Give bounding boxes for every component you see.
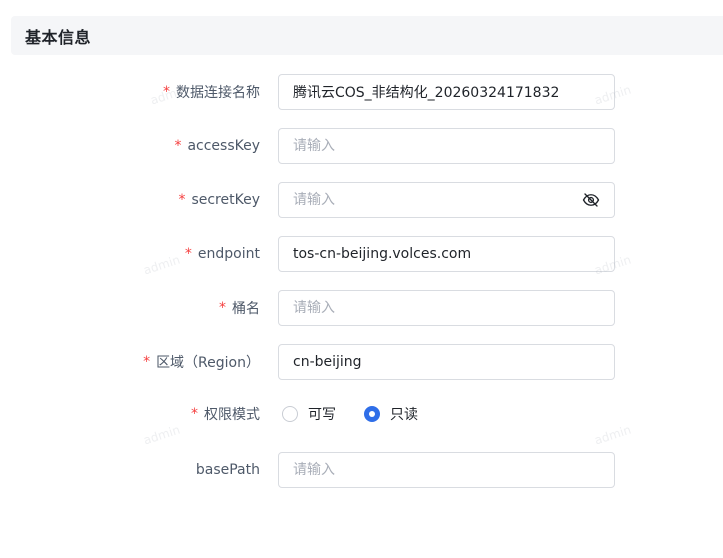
bucket-input-wrapper xyxy=(278,290,615,326)
section-title: 基本信息 xyxy=(25,27,92,47)
region-label-text: 区域（Region） xyxy=(156,355,260,371)
bucket-label: * 桶名 xyxy=(219,290,260,326)
region-input-wrapper xyxy=(278,344,615,380)
secret-key-label: * secretKey xyxy=(178,182,260,218)
form-row-region: * 区域（Region） xyxy=(0,344,723,380)
required-mark: * xyxy=(178,192,186,208)
form-row-endpoint: * endpoint xyxy=(0,236,723,272)
radio-option-readonly[interactable]: 只读 xyxy=(364,404,418,424)
connection-name-input-wrapper xyxy=(278,74,615,110)
radio-option-writable[interactable]: 可写 xyxy=(282,404,336,424)
base-path-label-text: basePath xyxy=(195,462,260,478)
endpoint-input-wrapper xyxy=(278,236,615,272)
required-mark: * xyxy=(143,354,151,370)
bucket-label-text: 桶名 xyxy=(232,301,260,317)
access-key-label-text: accessKey xyxy=(187,138,260,154)
base-path-input[interactable] xyxy=(293,453,600,487)
region-label: * 区域（Region） xyxy=(143,344,260,380)
form-row-base-path: basePath xyxy=(0,452,723,488)
connection-name-label: * 数据连接名称 xyxy=(163,74,260,110)
connection-name-label-text: 数据连接名称 xyxy=(176,85,260,101)
secret-key-input[interactable] xyxy=(293,183,576,217)
required-mark: * xyxy=(219,300,226,316)
required-mark: * xyxy=(163,84,170,100)
permission-mode-label: * 权限模式 xyxy=(191,396,260,432)
access-key-label: * accessKey xyxy=(174,128,260,164)
radio-checked-icon[interactable] xyxy=(364,406,380,422)
endpoint-label: * endpoint xyxy=(185,236,260,272)
access-key-input-wrapper xyxy=(278,128,615,164)
secret-key-input-wrapper xyxy=(278,182,615,218)
bucket-input[interactable] xyxy=(293,291,600,325)
endpoint-input[interactable] xyxy=(293,237,600,271)
connection-name-input[interactable] xyxy=(293,75,600,109)
required-mark: * xyxy=(184,246,192,262)
section-header: 基本信息 xyxy=(11,16,723,55)
endpoint-label-text: endpoint xyxy=(197,246,260,262)
required-mark: * xyxy=(174,138,182,154)
form-row-access-key: * accessKey xyxy=(0,128,723,164)
form-row-bucket: * 桶名 xyxy=(0,290,723,326)
form-row-secret-key: * secretKey xyxy=(0,182,723,218)
permission-mode-radio-group: 可写 只读 xyxy=(282,396,446,432)
required-mark: * xyxy=(191,406,198,422)
form-row-connection-name: * 数据连接名称 xyxy=(0,74,723,110)
form-row-permission-mode: * 权限模式 可写 只读 xyxy=(0,396,723,432)
region-input[interactable] xyxy=(293,345,600,379)
access-key-input[interactable] xyxy=(293,129,600,163)
radio-label-writable: 可写 xyxy=(308,407,336,423)
eye-off-icon[interactable] xyxy=(582,191,600,209)
radio-label-readonly: 只读 xyxy=(390,407,418,423)
permission-mode-label-text: 权限模式 xyxy=(204,407,260,423)
secret-key-label-text: secretKey xyxy=(191,192,260,208)
page: 基本信息 * 数据连接名称 * accessKey * secretKey xyxy=(0,0,723,558)
base-path-label: basePath xyxy=(196,452,260,488)
radio-unchecked-icon[interactable] xyxy=(282,406,298,422)
base-path-input-wrapper xyxy=(278,452,615,488)
